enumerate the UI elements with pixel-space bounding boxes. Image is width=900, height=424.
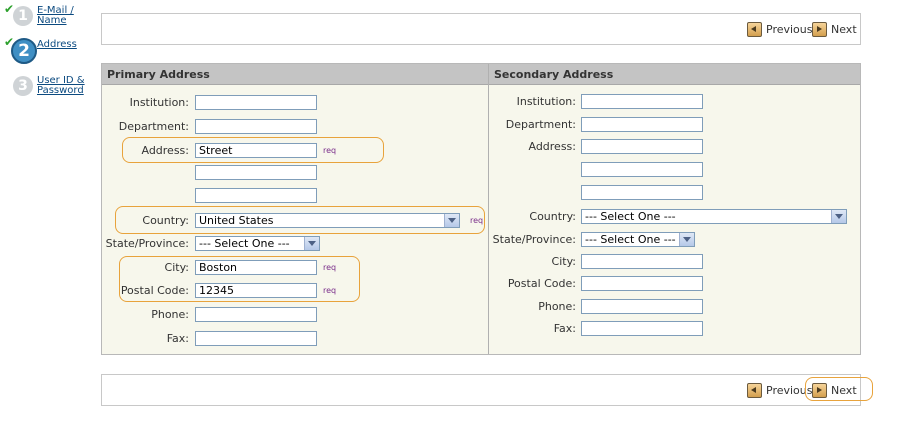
country-selected-value: United States [199, 214, 274, 227]
step-label-userid-password[interactable]: User ID & Password [37, 76, 97, 96]
column-divider [488, 64, 489, 354]
institution-label: Institution: [129, 96, 189, 109]
primary-address-line2-input[interactable] [195, 165, 317, 180]
primary-country-select[interactable]: United States [195, 213, 460, 228]
next-label: Next [831, 383, 857, 397]
step-number-1: 1 [13, 6, 33, 26]
institution-label: Institution: [516, 95, 576, 108]
previous-button-bottom[interactable]: Previous [747, 382, 813, 398]
country-label: Country: [529, 210, 576, 223]
primary-phone-input[interactable] [195, 307, 317, 322]
previous-label: Previous [766, 383, 813, 397]
secondary-country-select[interactable]: --- Select One --- [581, 209, 847, 224]
address-label: Address: [141, 144, 189, 157]
secondary-institution-input[interactable] [581, 94, 703, 109]
required-marker: req [323, 146, 337, 155]
fax-label: Fax: [553, 322, 576, 335]
primary-state-select[interactable]: --- Select One --- [195, 236, 320, 251]
step-label-address[interactable]: Address [37, 40, 97, 50]
primary-fax-input[interactable] [195, 331, 317, 346]
secondary-phone-input[interactable] [581, 299, 703, 314]
department-label: Department: [505, 118, 576, 131]
primary-address-line3-input[interactable] [195, 188, 317, 203]
previous-arrow-icon [747, 382, 762, 398]
phone-label: Phone: [151, 308, 189, 321]
secondary-address-line2-input[interactable] [581, 162, 703, 177]
state-label: State/Province: [105, 237, 189, 250]
city-label: City: [164, 261, 189, 274]
previous-label: Previous [766, 22, 813, 36]
primary-institution-input[interactable] [195, 95, 317, 110]
chevron-down-icon[interactable] [679, 233, 694, 246]
next-button-top[interactable]: Next [812, 21, 857, 37]
chevron-down-icon[interactable] [304, 237, 319, 250]
secondary-fax-input[interactable] [581, 321, 703, 336]
secondary-state-select[interactable]: --- Select One --- [581, 232, 695, 247]
secondary-city-input[interactable] [581, 254, 703, 269]
step-3[interactable]: 3 User ID & Password [6, 76, 96, 106]
state-selected-value: --- Select One --- [199, 237, 290, 250]
address-form-panel: Primary Address Secondary Address Instit… [101, 63, 861, 355]
state-label: State/Province: [492, 233, 576, 246]
step-number-2: 2 [11, 38, 37, 64]
next-button-bottom[interactable]: Next [812, 382, 857, 398]
secondary-address-title: Secondary Address [494, 68, 614, 81]
primary-address-title: Primary Address [107, 68, 210, 81]
next-arrow-icon [812, 21, 827, 37]
postal-code-label: Postal Code: [507, 277, 576, 290]
address-label: Address: [528, 140, 576, 153]
previous-arrow-icon [747, 21, 762, 37]
required-marker: req [323, 263, 337, 272]
secondary-address-line1-input[interactable] [581, 139, 703, 154]
secondary-address-line3-input[interactable] [581, 185, 703, 200]
country-selected-value: --- Select One --- [585, 210, 676, 223]
chevron-down-icon[interactable] [831, 210, 846, 223]
city-label: City: [551, 255, 576, 268]
postal-code-label: Postal Code: [120, 284, 189, 297]
step-2[interactable]: 2 ✔ Address [4, 35, 97, 69]
check-icon: ✔ [4, 2, 15, 16]
previous-button-top[interactable]: Previous [747, 21, 813, 37]
primary-address-line1-input[interactable]: Street [195, 143, 317, 158]
required-marker: req [323, 286, 337, 295]
primary-postal-code-input[interactable]: 12345 [195, 283, 317, 298]
department-label: Department: [118, 120, 189, 133]
step-number-3: 3 [13, 76, 33, 96]
fax-label: Fax: [166, 332, 189, 345]
bottom-nav-bar: Previous Next [101, 374, 861, 406]
country-label: Country: [142, 214, 189, 227]
primary-city-input[interactable]: Boston [195, 260, 317, 275]
chevron-down-icon[interactable] [444, 214, 459, 227]
check-icon: ✔ [4, 35, 15, 49]
primary-department-input[interactable] [195, 119, 317, 134]
panel-header: Primary Address Secondary Address [102, 64, 860, 85]
secondary-department-input[interactable] [581, 117, 703, 132]
next-label: Next [831, 22, 857, 36]
top-nav-bar: Previous Next [101, 13, 861, 45]
step-1[interactable]: 1 ✔ E-Mail / Name [4, 2, 97, 36]
state-selected-value: --- Select One --- [585, 233, 676, 246]
secondary-postal-code-input[interactable] [581, 276, 703, 291]
step-label-email-name[interactable]: E-Mail / Name [37, 6, 97, 26]
phone-label: Phone: [538, 300, 576, 313]
next-arrow-icon [812, 382, 827, 398]
required-marker: req [470, 216, 484, 225]
